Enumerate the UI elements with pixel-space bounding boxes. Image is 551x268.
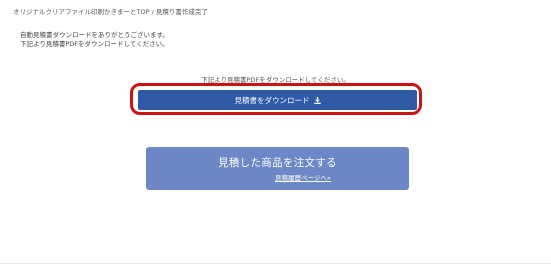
download-icon (313, 96, 321, 104)
intro-line-instruction: 下記より見積書PDFをダウンロードしてください。 (20, 40, 169, 48)
page-divider (0, 263, 551, 264)
order-button-title: 見積した商品を注文する (218, 157, 337, 169)
order-estimated-product-button[interactable]: 見積した商品を注文する 見積履歴ページへ» (146, 147, 409, 190)
intro-line-thanks: 自動見積書ダウンロードをありがとうございます。 (20, 31, 169, 39)
estimate-history-link[interactable]: 見積履歴ページへ» (275, 172, 331, 182)
download-button-label: 見積書をダウンロード (234, 95, 310, 105)
breadcrumb[interactable]: オリジナルクリアファイル印刷かきまーとTOP / 見積り書作成完了 (13, 6, 208, 16)
download-estimate-button[interactable]: 見積書をダウンロード (138, 90, 417, 110)
intro-message: 自動見積書ダウンロードをありがとうございます。 下記より見積書PDFをダウンロー… (20, 31, 169, 49)
